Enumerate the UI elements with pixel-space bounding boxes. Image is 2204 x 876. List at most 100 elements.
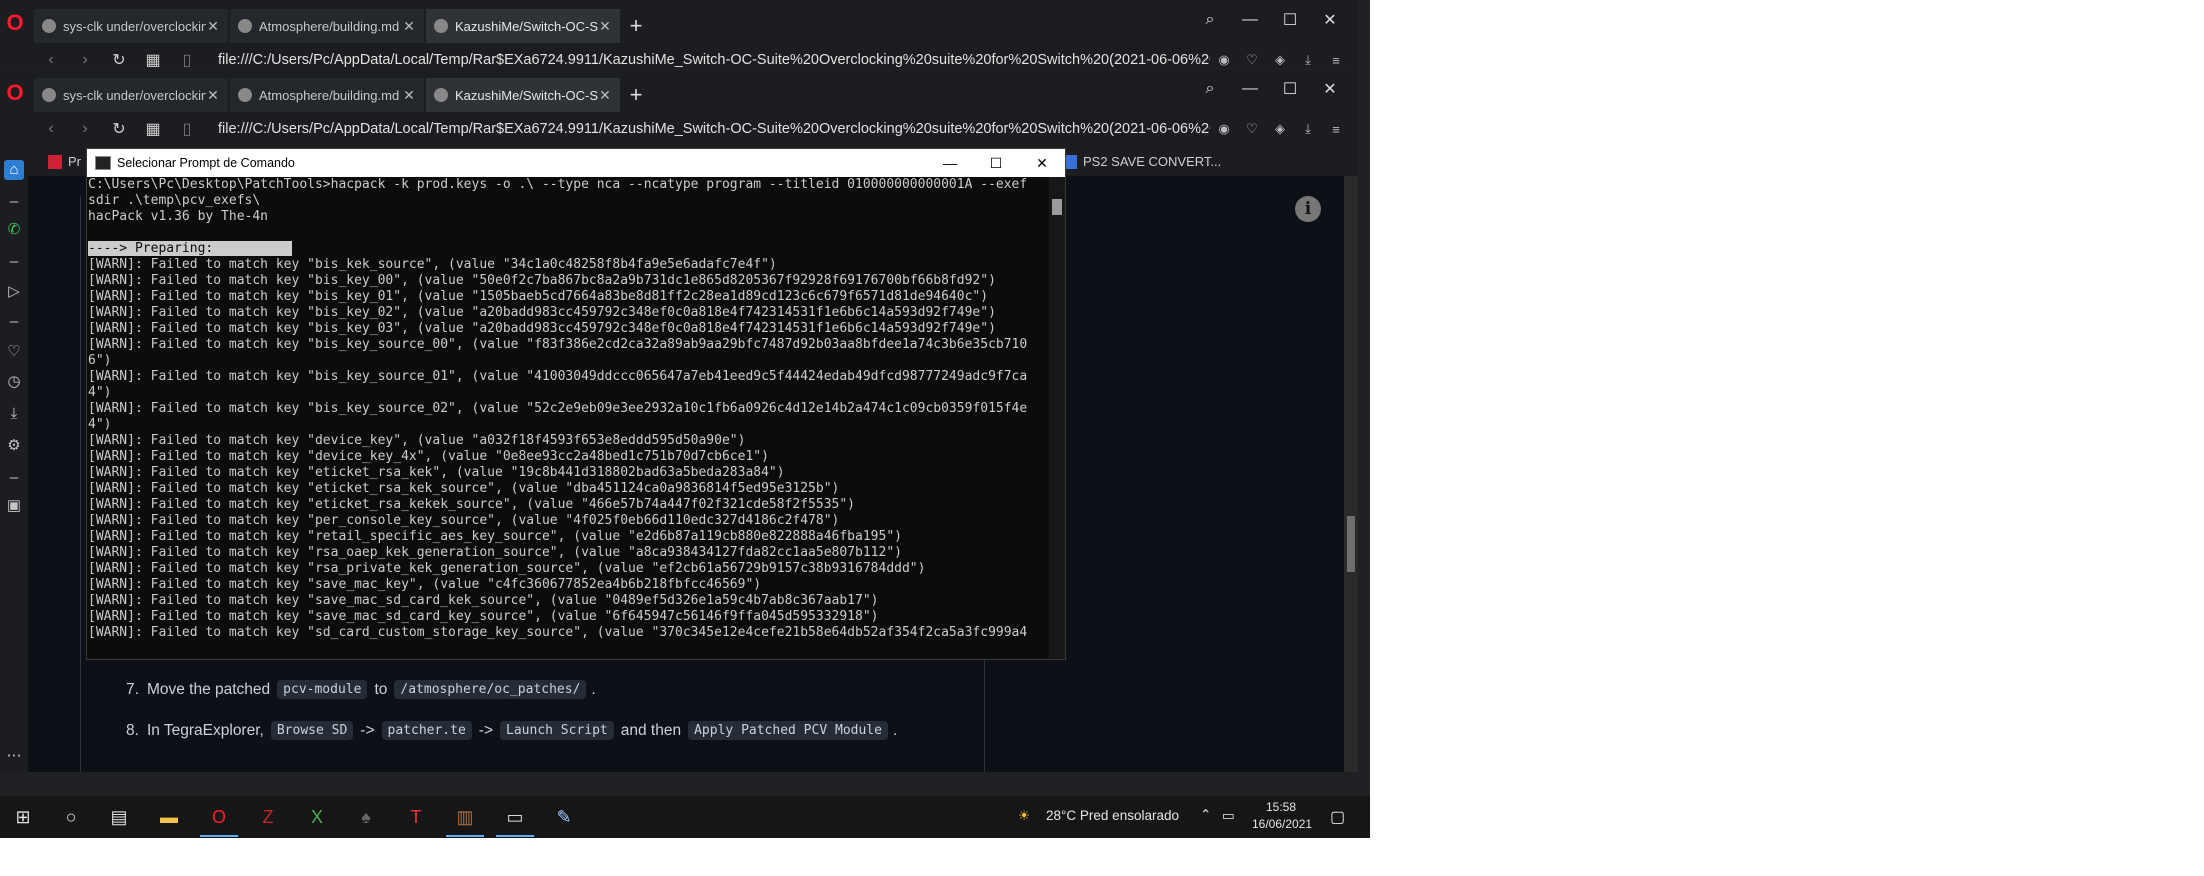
cmd-output[interactable]: C:\Users\Pc\Desktop\PatchTools>hacpack -… — [87, 177, 1050, 659]
back-icon[interactable]: ‹ — [34, 51, 68, 69]
reload-icon[interactable]: ↻ — [102, 50, 136, 70]
minimize-button[interactable]: — — [1230, 11, 1270, 29]
close-icon[interactable]: ✕ — [402, 18, 416, 35]
download-icon[interactable]: ⤓ — [1294, 121, 1322, 137]
tab-sys-clk[interactable]: sys-clk under/overclocking ✕ — [34, 78, 228, 112]
scrollbar-thumb[interactable] — [1347, 516, 1355, 572]
paint-icon[interactable]: ✎ — [551, 805, 577, 829]
maximize-button[interactable]: ☐ — [973, 155, 1019, 172]
close-icon[interactable]: ✕ — [206, 87, 220, 104]
page-scrollbar[interactable] — [1344, 176, 1358, 772]
camera-icon[interactable]: ◉ — [1210, 121, 1238, 137]
info-icon[interactable]: i — [1295, 196, 1321, 222]
download-icon[interactable]: ⤓ — [1294, 52, 1322, 68]
close-icon[interactable]: ✕ — [402, 87, 416, 104]
close-button[interactable]: ✕ — [1310, 10, 1350, 30]
github-icon — [42, 19, 56, 33]
bookmark-item[interactable]: Pr — [48, 154, 81, 169]
window-controls: ⌕ — ☐ ✕ — [1190, 79, 1350, 99]
clock-date[interactable]: 16/06/2021 — [1252, 817, 1312, 831]
extension-icon[interactable]: ▣ — [4, 496, 24, 516]
url-field[interactable]: file:///C:/Users/Pc/AppData/Local/Temp/R… — [218, 121, 1210, 137]
close-icon[interactable]: ✕ — [206, 18, 220, 35]
terminal-line: [WARN]: Failed to match key "bis_key_00"… — [88, 273, 996, 288]
tab-sys-clk[interactable]: sys-clk under/overclocking ✕ — [34, 9, 228, 43]
filezilla-icon[interactable]: Z — [255, 805, 281, 829]
download-icon[interactable]: ⤓ — [4, 404, 24, 424]
chevron-up-icon[interactable]: ⌃ — [1200, 807, 1211, 823]
step-8: 8. In TegraExplorer, Browse SD -> patche… — [126, 721, 897, 740]
tab-atmosphere[interactable]: Atmosphere/building.md a ✕ — [230, 78, 424, 112]
cube-icon[interactable]: ◈ — [1266, 52, 1294, 68]
file-explorer-icon[interactable]: ▬ — [156, 805, 182, 829]
bookmark-icon — [48, 154, 62, 169]
close-button[interactable]: ✕ — [1019, 155, 1065, 172]
tab-atmosphere[interactable]: Atmosphere/building.md a ✕ — [230, 9, 424, 43]
divider-icon: – — [9, 469, 19, 486]
reload-icon[interactable]: ↻ — [102, 119, 136, 139]
gear-icon[interactable]: ⚙ — [4, 436, 24, 456]
history-icon[interactable]: ◷ — [4, 372, 24, 392]
heart-icon[interactable]: ♡ — [1238, 121, 1266, 137]
cortana-icon[interactable]: ○ — [58, 805, 84, 829]
windows-start-icon[interactable]: ⊞ — [10, 805, 36, 829]
cube-icon[interactable]: ◈ — [1266, 121, 1294, 137]
page-icon: ▯ — [182, 52, 192, 69]
excel-icon[interactable]: X — [304, 805, 330, 829]
tab-switch-oc-suite[interactable]: KazushiMe/Switch-OC-Suit ✕ — [426, 78, 620, 112]
close-button[interactable]: ✕ — [1310, 79, 1350, 99]
grid-icon[interactable]: ▦ — [136, 119, 170, 139]
cmd-title-bar[interactable]: Selecionar Prompt de Comando — ☐ ✕ — [87, 149, 1065, 177]
terminal-line: [WARN]: Failed to match key "eticket_rsa… — [88, 481, 840, 496]
clock-time[interactable]: 15:58 — [1266, 800, 1296, 814]
opera-logo-icon[interactable]: O — [4, 12, 26, 34]
terminal-line: [WARN]: Failed to match key "retail_spec… — [88, 529, 902, 544]
heart-icon[interactable]: ♡ — [4, 342, 24, 362]
camera-icon[interactable]: ◉ — [1210, 52, 1238, 68]
terminal-line: [WARN]: Failed to match key "rsa_oaep_ke… — [88, 545, 902, 560]
back-icon[interactable]: ‹ — [34, 120, 68, 138]
menu-icon[interactable]: ≡ — [1322, 122, 1350, 137]
tab-switch-oc-suite[interactable]: KazushiMe/Switch-OC-Suit ✕ — [426, 9, 620, 43]
close-icon[interactable]: ✕ — [598, 87, 612, 104]
search-icon[interactable]: ⌕ — [1190, 11, 1230, 29]
cmd-scrollbar[interactable] — [1049, 177, 1065, 659]
winrar-icon[interactable]: ▥ — [446, 805, 484, 837]
notification-icon[interactable]: ▢ — [1330, 807, 1345, 827]
bookmark-ps2-save-convert[interactable]: PS2 SAVE CONVERT... — [1063, 154, 1221, 169]
terminal-line: [WARN]: Failed to match key "save_mac_ke… — [88, 577, 762, 592]
scrollbar-thumb[interactable] — [1052, 199, 1062, 215]
close-icon[interactable]: ✕ — [598, 18, 612, 35]
weather-text[interactable]: 28°C Pred ensolarado — [1046, 808, 1179, 823]
player-icon[interactable]: ▷ — [4, 282, 24, 302]
minimize-button[interactable]: — — [1230, 80, 1270, 98]
minimize-button[interactable]: — — [927, 155, 973, 171]
opera-logo-icon[interactable]: O — [4, 82, 26, 104]
command-prompt-window[interactable]: Selecionar Prompt de Comando — ☐ ✕ C:\Us… — [86, 148, 1066, 660]
home-icon[interactable]: ⌂ — [4, 160, 24, 180]
menu-icon[interactable]: ≡ — [1322, 53, 1350, 68]
whatsapp-icon[interactable]: ✆ — [4, 220, 24, 240]
new-tab-button[interactable]: + — [622, 13, 650, 39]
forward-icon[interactable]: › — [68, 51, 102, 69]
tegra-icon[interactable]: T — [403, 805, 429, 829]
github-icon — [42, 88, 56, 102]
new-tab-button[interactable]: + — [622, 82, 650, 108]
forward-icon[interactable]: › — [68, 120, 102, 138]
maximize-button[interactable]: ☐ — [1270, 79, 1310, 99]
grid-icon[interactable]: ▦ — [136, 50, 170, 70]
task-view-icon[interactable]: ▤ — [106, 805, 132, 829]
search-icon[interactable]: ⌕ — [1190, 80, 1230, 98]
battery-icon[interactable]: ▭ — [1222, 808, 1235, 824]
terminal-line: [WARN]: Failed to match key "eticket_rsa… — [88, 497, 856, 512]
heart-icon[interactable]: ♡ — [1238, 52, 1266, 68]
opera-icon[interactable]: O — [200, 805, 238, 837]
url-field[interactable]: file:///C:/Users/Pc/AppData/Local/Temp/R… — [218, 52, 1210, 68]
more-icon[interactable]: ⋯ — [4, 746, 24, 766]
app-icon[interactable]: ♠ — [353, 805, 379, 829]
terminal-icon[interactable]: ▭ — [496, 805, 534, 837]
maximize-button[interactable]: ☐ — [1270, 10, 1310, 30]
terminal-line: [WARN]: Failed to match key "per_console… — [88, 513, 840, 528]
code-browse-sd: Browse SD — [270, 721, 354, 740]
